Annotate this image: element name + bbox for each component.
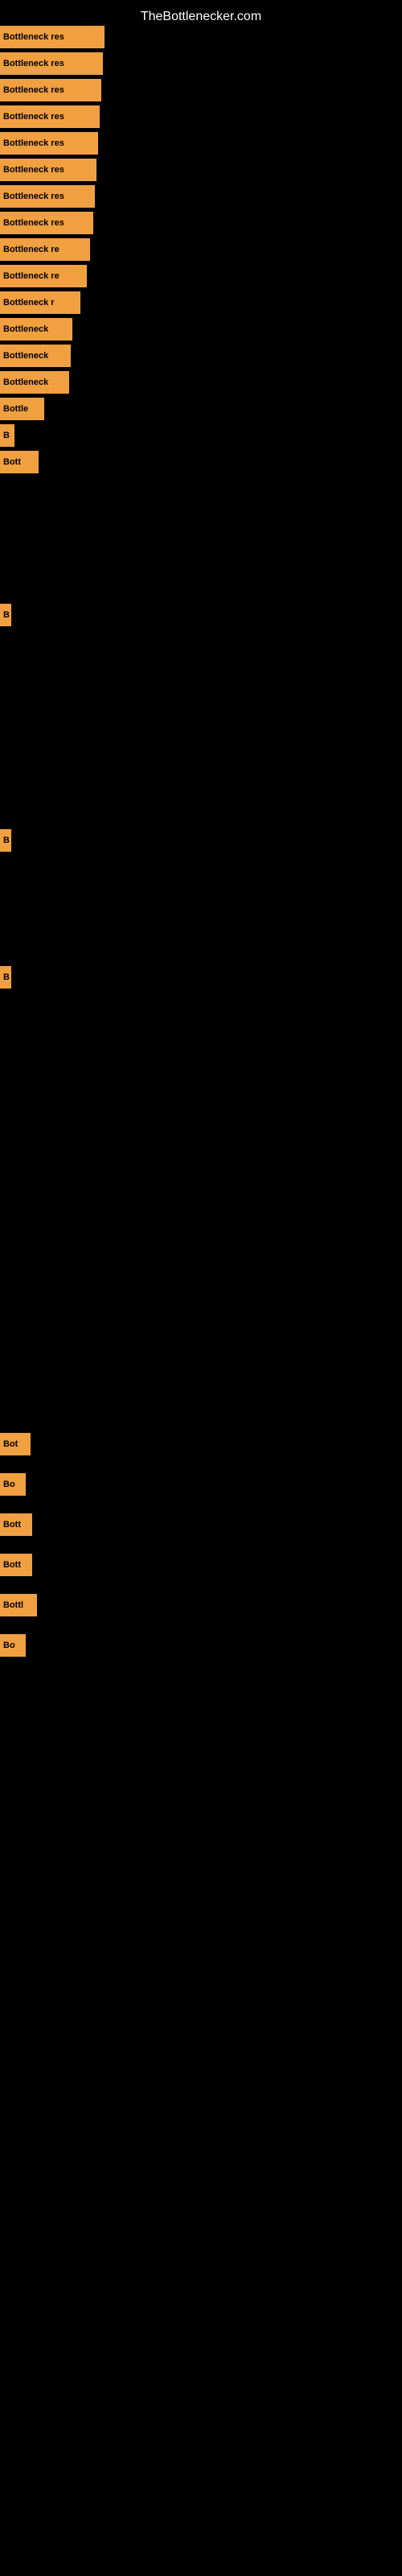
bar-item: Bottleneck [0,318,72,341]
bar-item: B [0,966,11,989]
bar-item: Bottleneck res [0,79,101,101]
bar-item: Bottleneck re [0,238,90,261]
bar-item: B [0,424,14,447]
bar-item: Bot [0,1433,31,1455]
bar-item: Bottleneck res [0,52,103,75]
bar-item: Bott [0,1513,32,1536]
bar-item: Bottleneck re [0,265,87,287]
bar-item: Bottleneck res [0,185,95,208]
bar-item: Bottleneck res [0,212,93,234]
bar-item: Bo [0,1634,26,1657]
bar-item: Bottleneck [0,345,71,367]
bar-item: Bottleneck res [0,132,98,155]
bar-item: Bottleneck r [0,291,80,314]
bar-item: Bottl [0,1594,37,1616]
bar-item: Bottleneck res [0,159,96,181]
bar-item: B [0,604,11,626]
bar-item: Bottle [0,398,44,420]
bar-item: Bottleneck res [0,105,100,128]
bar-item: Bo [0,1473,26,1496]
bar-item: Bottleneck [0,371,69,394]
bar-item: Bott [0,451,39,473]
bar-item: B [0,829,11,852]
bar-item: Bottleneck res [0,26,105,48]
bar-item: Bott [0,1554,32,1576]
